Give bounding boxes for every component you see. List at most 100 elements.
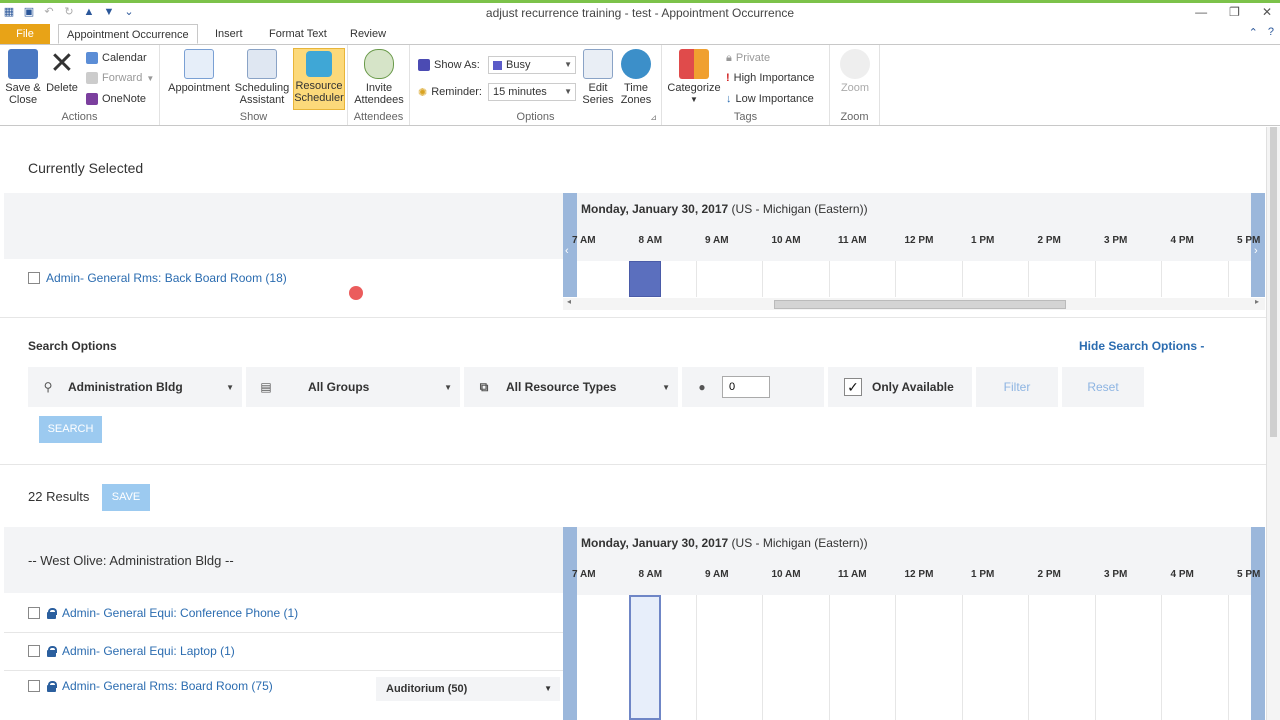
hour-label: 2 PM: [1037, 569, 1061, 580]
categorize-dropdown-icon: ▼: [690, 95, 698, 104]
scroll-right-icon[interactable]: ▸: [1255, 297, 1259, 306]
show-as-label: Show As:: [418, 56, 480, 74]
restore-icon[interactable]: ❐: [1229, 5, 1240, 19]
hour-gridline: [828, 261, 830, 297]
timeline-left-bar[interactable]: [563, 527, 577, 720]
only-available-toggle[interactable]: ✓ Only Available: [828, 367, 972, 407]
chevron-right-icon[interactable]: ›: [1254, 245, 1258, 257]
tab-format-text[interactable]: Format Text: [261, 24, 335, 44]
edit-series-button[interactable]: Edit Series: [580, 49, 616, 106]
timeline-date: Monday, January 30, 2017 (US - Michigan …: [581, 202, 868, 216]
scheduling-assistant-icon: [247, 49, 277, 79]
minimize-icon[interactable]: —: [1195, 5, 1207, 19]
section-divider: [0, 317, 1266, 318]
capacity-input[interactable]: [722, 376, 770, 398]
person-icon: ●: [698, 380, 706, 394]
only-available-checkbox[interactable]: ✓: [844, 378, 862, 396]
hour-gridline: [961, 261, 963, 297]
row-divider: [4, 632, 564, 633]
lock-icon: [46, 607, 57, 619]
zoom-button[interactable]: Zoom: [836, 49, 874, 94]
vertical-scrollbar[interactable]: [1266, 127, 1280, 720]
result-checkbox[interactable]: [28, 645, 40, 657]
chevron-down-icon: ▼: [544, 684, 552, 693]
high-importance-button[interactable]: ! High Importance: [726, 69, 814, 87]
window-controls: — ❐ ✕: [1195, 5, 1272, 19]
save-close-button[interactable]: Save & Close: [4, 49, 42, 106]
result-link[interactable]: Admin- General Equi: Laptop (1): [62, 644, 235, 658]
ribbon-right-controls: ⌃ ?: [1249, 26, 1274, 39]
result-checkbox[interactable]: [28, 680, 40, 692]
delete-button[interactable]: ✕ Delete: [44, 49, 80, 95]
window-title: adjust recurrence training - test - Appo…: [485, 6, 795, 20]
appointment-block[interactable]: [629, 261, 661, 297]
group-tags: Categorize ▼ 🔒︎ Private ! High Importanc…: [662, 45, 830, 125]
chevron-left-icon[interactable]: ‹: [565, 245, 569, 257]
calendar-icon: [86, 52, 98, 64]
results-count: 22 Results: [28, 489, 90, 504]
building-icon: ▤: [260, 380, 272, 394]
hour-gridline: [1161, 261, 1162, 297]
selected-resource-checkbox[interactable]: [28, 272, 40, 284]
low-importance-button[interactable]: ↓ Low Importance: [726, 90, 814, 108]
search-button[interactable]: SEARCH: [39, 416, 102, 443]
groups-select[interactable]: ▤ All Groups ▼: [246, 367, 460, 407]
exclamation-icon: !: [726, 72, 730, 84]
timeline-right-bar[interactable]: [1251, 527, 1265, 720]
hour-gridline: [695, 595, 697, 720]
private-button[interactable]: 🔒︎ Private: [726, 49, 770, 67]
selected-resource-row: Admin- General Rms: Back Board Room (18): [28, 271, 287, 285]
collapse-ribbon-icon[interactable]: ⌃: [1249, 26, 1258, 39]
search-options-title: Search Options: [28, 339, 117, 353]
selected-resource-link[interactable]: Admin- General Rms: Back Board Room (18): [46, 271, 287, 285]
chevron-down-icon: ▼: [564, 87, 572, 96]
timeline-horizontal-scrollbar[interactable]: ◂ ▸: [563, 297, 1265, 310]
reminder-select[interactable]: 15 minutes ▼: [488, 83, 576, 101]
chevron-down-icon: ▼: [444, 382, 452, 392]
hour-gridline: [762, 261, 763, 297]
ribbon: Save & Close ✕ Delete Calendar Forward ▼…: [0, 44, 1280, 126]
magnifier-icon: [840, 49, 870, 79]
time-zones-button[interactable]: Time Zones: [618, 49, 654, 106]
reset-button[interactable]: Reset: [1062, 367, 1144, 407]
appointment-button[interactable]: Appointment: [166, 49, 232, 94]
filter-button[interactable]: Filter: [976, 367, 1058, 407]
hour-label: 7 AM: [572, 569, 596, 580]
save-button[interactable]: SAVE: [102, 484, 150, 511]
show-as-select[interactable]: Busy ▼: [488, 56, 576, 74]
scrollbar-thumb[interactable]: [1270, 127, 1277, 437]
tab-file[interactable]: File: [0, 24, 50, 44]
building-select[interactable]: ⚲ Administration Bldg ▼: [28, 367, 242, 407]
hour-label: 5 PM: [1237, 569, 1261, 580]
help-icon[interactable]: ?: [1268, 26, 1274, 39]
tab-review[interactable]: Review: [342, 24, 394, 44]
hour-label: 4 PM: [1170, 235, 1194, 246]
hour-label: 10 AM: [771, 235, 801, 246]
result-checkbox[interactable]: [28, 607, 40, 619]
busy-color-icon: [493, 60, 502, 70]
categorize-button[interactable]: Categorize ▼: [666, 49, 722, 106]
scheduling-assistant-button[interactable]: Scheduling Assistant: [234, 49, 290, 106]
hour-label: 9 AM: [705, 235, 729, 246]
appointment-block[interactable]: [629, 595, 661, 720]
onenote-button[interactable]: OneNote: [86, 90, 146, 108]
calendar-button[interactable]: Calendar: [86, 49, 147, 67]
dialog-launcher-icon[interactable]: ⊿: [650, 113, 657, 122]
hour-gridline: [828, 595, 830, 720]
invite-attendees-button[interactable]: Invite Attendees: [352, 49, 406, 106]
hide-search-options-link[interactable]: Hide Search Options -: [1079, 339, 1204, 353]
scroll-left-icon[interactable]: ◂: [567, 297, 571, 306]
close-icon[interactable]: ✕: [1262, 5, 1272, 19]
resource-scheduler-button[interactable]: Resource Scheduler: [293, 48, 345, 110]
tab-insert[interactable]: Insert: [207, 24, 251, 44]
resource-types-select[interactable]: ⧉ All Resource Types ▼: [464, 367, 678, 407]
timeline-date: Monday, January 30, 2017 (US - Michigan …: [581, 536, 868, 550]
hour-label: 12 PM: [904, 569, 934, 580]
tab-appointment-occurrence[interactable]: Appointment Occurrence: [58, 24, 198, 44]
timeline-scroll-thumb[interactable]: [774, 300, 1066, 309]
room-layout-select[interactable]: Auditorium (50) ▼: [376, 677, 560, 701]
hour-gridline: [1028, 595, 1029, 720]
result-link[interactable]: Admin- General Equi: Conference Phone (1…: [62, 606, 298, 620]
forward-button[interactable]: Forward ▼: [86, 69, 154, 87]
result-link[interactable]: Admin- General Rms: Board Room (75): [62, 679, 273, 693]
